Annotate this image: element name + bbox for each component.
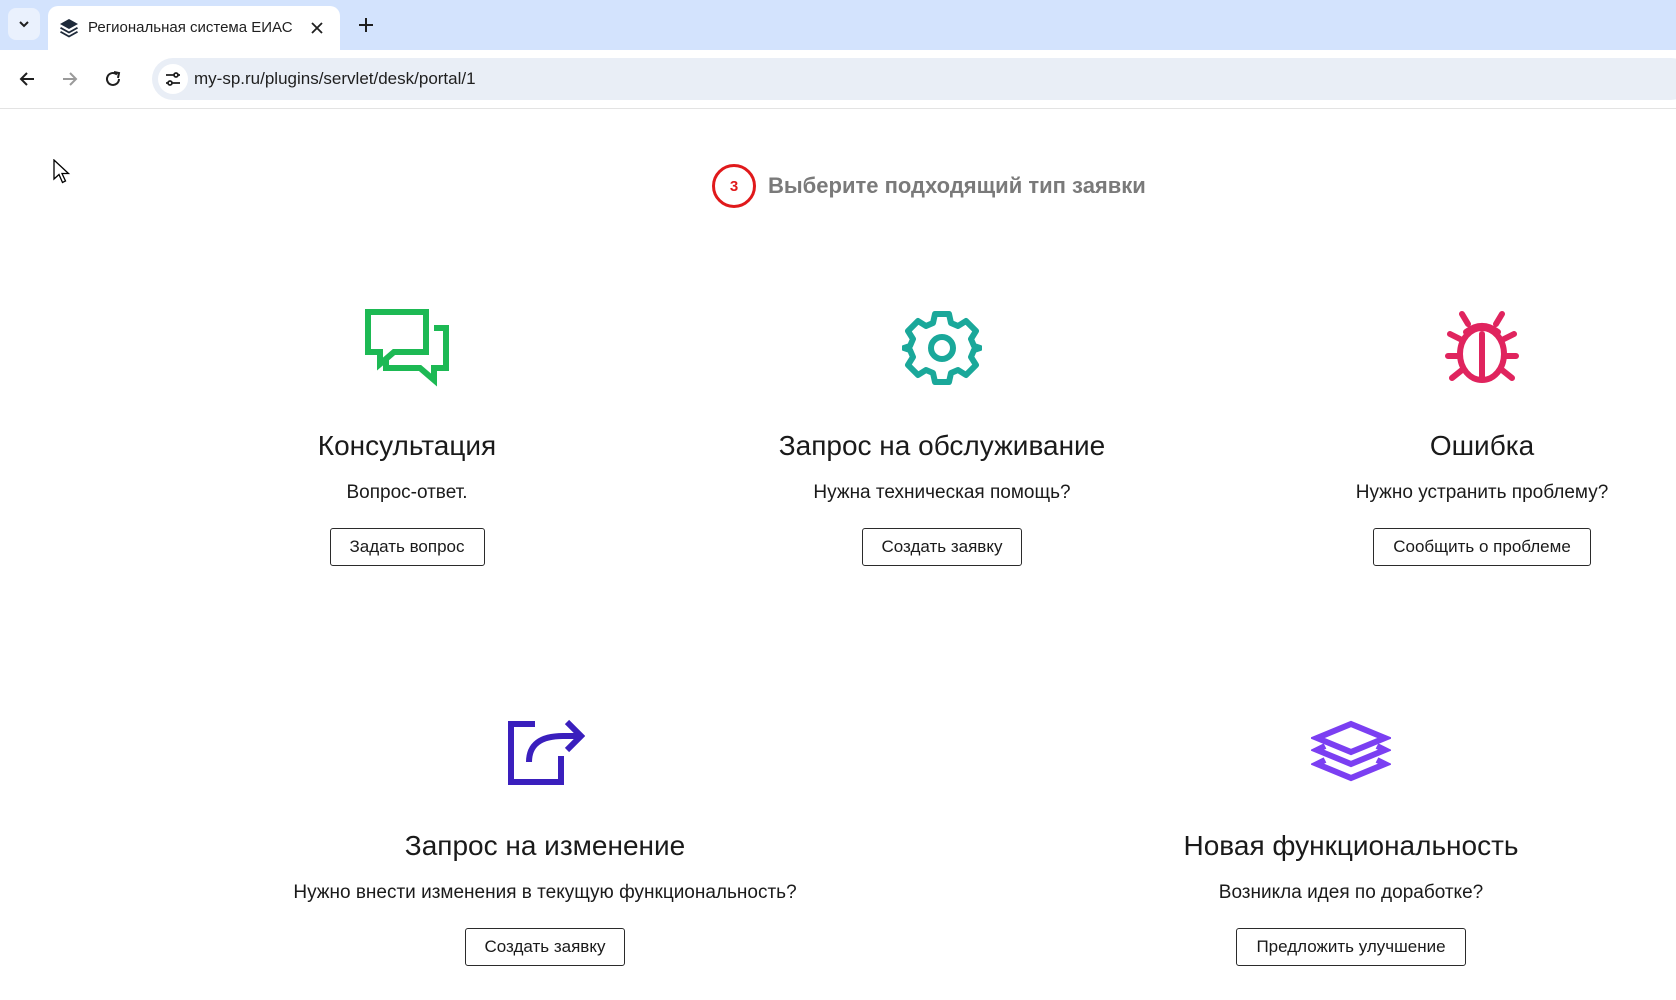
request-type-bug: Ошибка Нужно устранить проблему? Сообщит…	[1202, 298, 1676, 566]
browser-tabstrip: Региональная система ЕИАС |	[0, 0, 1676, 50]
tab-title: Региональная система ЕИАС |	[88, 19, 293, 36]
card-description: Нужна техническая помощь?	[813, 482, 1071, 503]
tab-close-button[interactable]	[306, 17, 328, 39]
card-description: Нужно внести изменения в текущую функцио…	[293, 882, 797, 903]
reload-button[interactable]	[98, 64, 128, 94]
create-change-request-button[interactable]: Создать заявку	[464, 928, 626, 966]
mouse-cursor-icon	[53, 159, 71, 184]
step-header: 3 Выберите подходящий тип заявки	[712, 162, 1146, 210]
card-title: Запрос на изменение	[404, 830, 686, 861]
report-problem-button[interactable]: Сообщить о проблеме	[1373, 528, 1591, 566]
chevron-down-icon	[19, 21, 29, 28]
tune-icon	[166, 72, 180, 86]
card-description: Нужно устранить проблему?	[1355, 482, 1609, 503]
arrow-right-icon	[63, 72, 78, 86]
gear-icon	[902, 311, 982, 385]
suggest-improvement-button[interactable]: Предложить улучшение	[1236, 928, 1466, 966]
tab-search-button[interactable]	[8, 8, 40, 40]
browser-tab-active[interactable]: Региональная система ЕИАС |	[48, 6, 340, 50]
ask-question-button[interactable]: Задать вопрос	[329, 528, 485, 566]
reload-icon	[106, 71, 121, 86]
request-type-service: Запрос на обслуживание Нужна техническая…	[662, 298, 1222, 566]
step-number-badge: 3	[712, 164, 756, 208]
url-text[interactable]: my-sp.ru/plugins/servlet/desk/portal/1	[194, 69, 476, 89]
site-info-button[interactable]	[158, 64, 188, 94]
forward-button[interactable]	[55, 64, 85, 94]
site-favicon-icon	[60, 19, 78, 38]
back-button[interactable]	[12, 64, 42, 94]
card-title: Ошибка	[1429, 430, 1535, 461]
browser-toolbar: my-sp.ru/plugins/servlet/desk/portal/1	[0, 50, 1676, 109]
layers-icon	[1311, 720, 1391, 782]
new-tab-button[interactable]	[352, 11, 380, 39]
card-title: Запрос на обслуживание	[778, 430, 1106, 461]
card-description: Возникла идея по доработке?	[1218, 882, 1484, 903]
create-service-request-button[interactable]: Создать заявку	[861, 528, 1023, 566]
card-title: Новая функциональность	[1183, 830, 1519, 861]
step-title: Выберите подходящий тип заявки	[768, 173, 1146, 198]
card-title: Консультация	[317, 430, 497, 461]
share-arrow-icon	[508, 719, 585, 785]
bug-icon	[1445, 311, 1519, 383]
chat-bubbles-icon	[365, 309, 449, 387]
arrow-left-icon	[19, 72, 34, 86]
request-type-new-feature: Новая функциональность Возникла идея по …	[1071, 698, 1631, 966]
close-icon	[311, 22, 323, 34]
address-bar[interactable]: my-sp.ru/plugins/servlet/desk/portal/1	[152, 58, 1676, 100]
card-description: Вопрос-ответ.	[346, 482, 468, 503]
plus-icon	[359, 18, 373, 32]
request-type-consultation: Консультация Вопрос-ответ. Задать вопрос	[127, 298, 687, 566]
request-type-change: Запрос на изменение Нужно внести изменен…	[265, 698, 825, 966]
